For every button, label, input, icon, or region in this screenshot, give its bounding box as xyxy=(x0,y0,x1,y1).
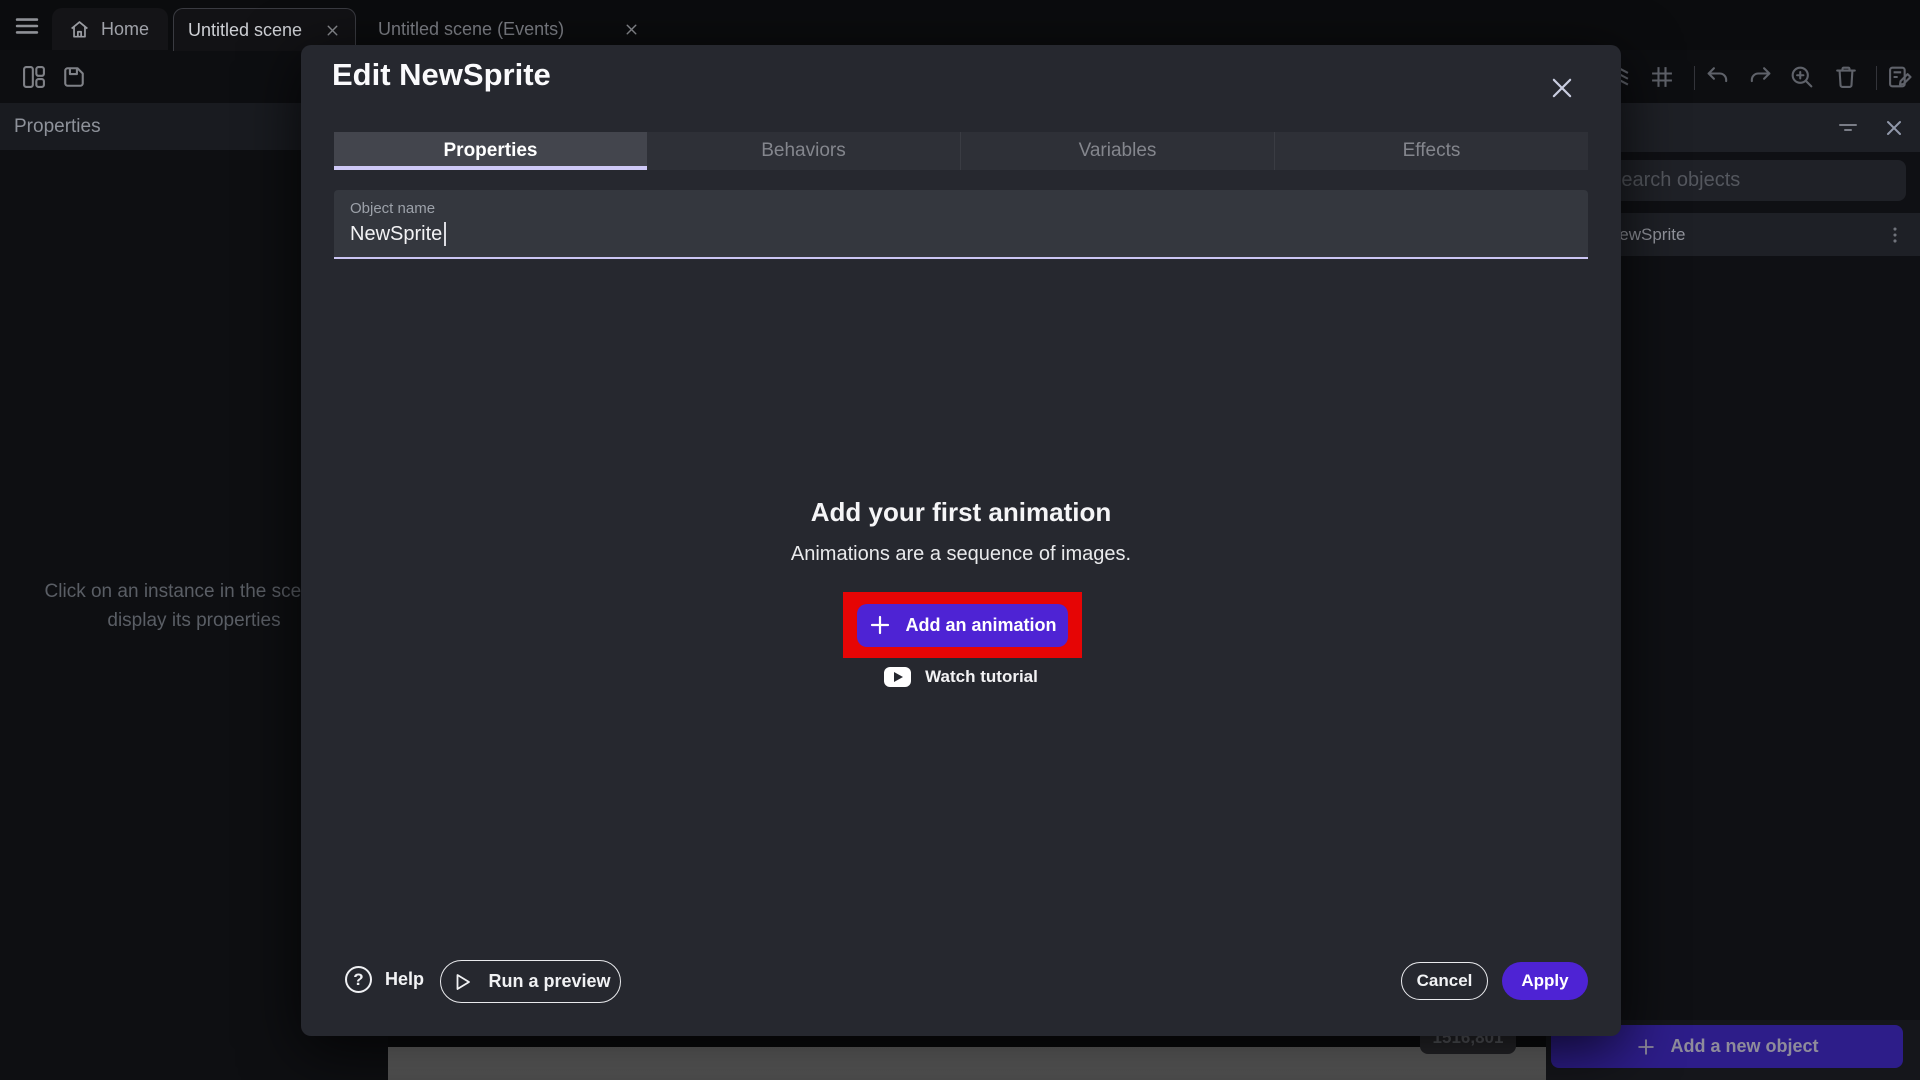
hamburger-menu-icon[interactable] xyxy=(12,13,42,39)
layout-panels-icon[interactable] xyxy=(20,63,48,91)
run-preview-button[interactable]: Run a preview xyxy=(440,960,621,1003)
tab-home-label: Home xyxy=(101,19,149,40)
close-icon[interactable] xyxy=(623,21,640,38)
close-icon[interactable] xyxy=(324,22,341,39)
trash-icon[interactable] xyxy=(1832,63,1860,91)
gdevelop-editor: Properties Click on an instance in the s… xyxy=(0,0,1920,1080)
edit-scene-icon[interactable] xyxy=(1886,63,1914,91)
main-tab-bar: Home Untitled scene Untitled scene (Even… xyxy=(0,0,1920,50)
undo-icon[interactable] xyxy=(1704,63,1732,91)
edit-object-dialog: Edit NewSprite Properties Behaviors Vari… xyxy=(301,45,1621,1036)
dialog-close-icon[interactable] xyxy=(1547,73,1577,103)
plus-icon xyxy=(868,613,892,637)
help-link[interactable]: ? Help xyxy=(345,966,424,993)
tab-behaviors[interactable]: Behaviors xyxy=(647,132,960,170)
grid-icon[interactable] xyxy=(1648,63,1676,91)
highlight-annotation-box: Add an animation xyxy=(843,592,1082,658)
plus-icon xyxy=(1635,1036,1657,1058)
youtube-play-icon xyxy=(884,667,911,687)
help-circle-icon: ? xyxy=(345,966,372,993)
play-outline-icon xyxy=(450,970,474,994)
home-icon xyxy=(68,18,91,41)
toolbar-separator xyxy=(1876,66,1877,90)
dialog-title: Edit NewSprite xyxy=(332,57,551,93)
text-caret xyxy=(444,222,446,246)
zoom-in-icon[interactable] xyxy=(1788,63,1816,91)
object-name-input-label: Object name xyxy=(350,200,1572,217)
properties-panel-title: Properties xyxy=(14,116,101,138)
empty-state-heading: Add your first animation xyxy=(301,497,1621,528)
tab-variables[interactable]: Variables xyxy=(960,132,1274,170)
empty-state-subtitle: Animations are a sequence of images. xyxy=(301,543,1621,566)
cancel-button[interactable]: Cancel xyxy=(1401,962,1488,1000)
tab-untitled-scene-events[interactable]: Untitled scene (Events) xyxy=(362,8,656,50)
tab-effects[interactable]: Effects xyxy=(1274,132,1588,170)
tab-scene-label: Untitled scene xyxy=(188,20,302,41)
filter-icon[interactable] xyxy=(1836,116,1860,140)
tab-events-label: Untitled scene (Events) xyxy=(378,19,564,40)
dots-vertical-icon[interactable] xyxy=(1884,224,1906,246)
save-icon[interactable] xyxy=(60,63,88,91)
objects-panel-close-icon[interactable] xyxy=(1882,116,1906,140)
tab-properties[interactable]: Properties xyxy=(334,132,647,170)
dialog-tab-bar: Properties Behaviors Variables Effects xyxy=(334,132,1588,170)
redo-icon[interactable] xyxy=(1746,63,1774,91)
object-name-input[interactable]: Object name NewSprite xyxy=(334,190,1588,259)
scene-canvas[interactable] xyxy=(388,1047,1546,1080)
tab-home[interactable]: Home xyxy=(52,8,168,50)
toolbar-separator xyxy=(1694,66,1695,90)
add-animation-button[interactable]: Add an animation xyxy=(857,604,1068,647)
watch-tutorial-link[interactable]: Watch tutorial xyxy=(301,667,1621,687)
apply-button[interactable]: Apply xyxy=(1502,962,1588,1000)
object-name-input-value: NewSprite xyxy=(350,223,442,246)
